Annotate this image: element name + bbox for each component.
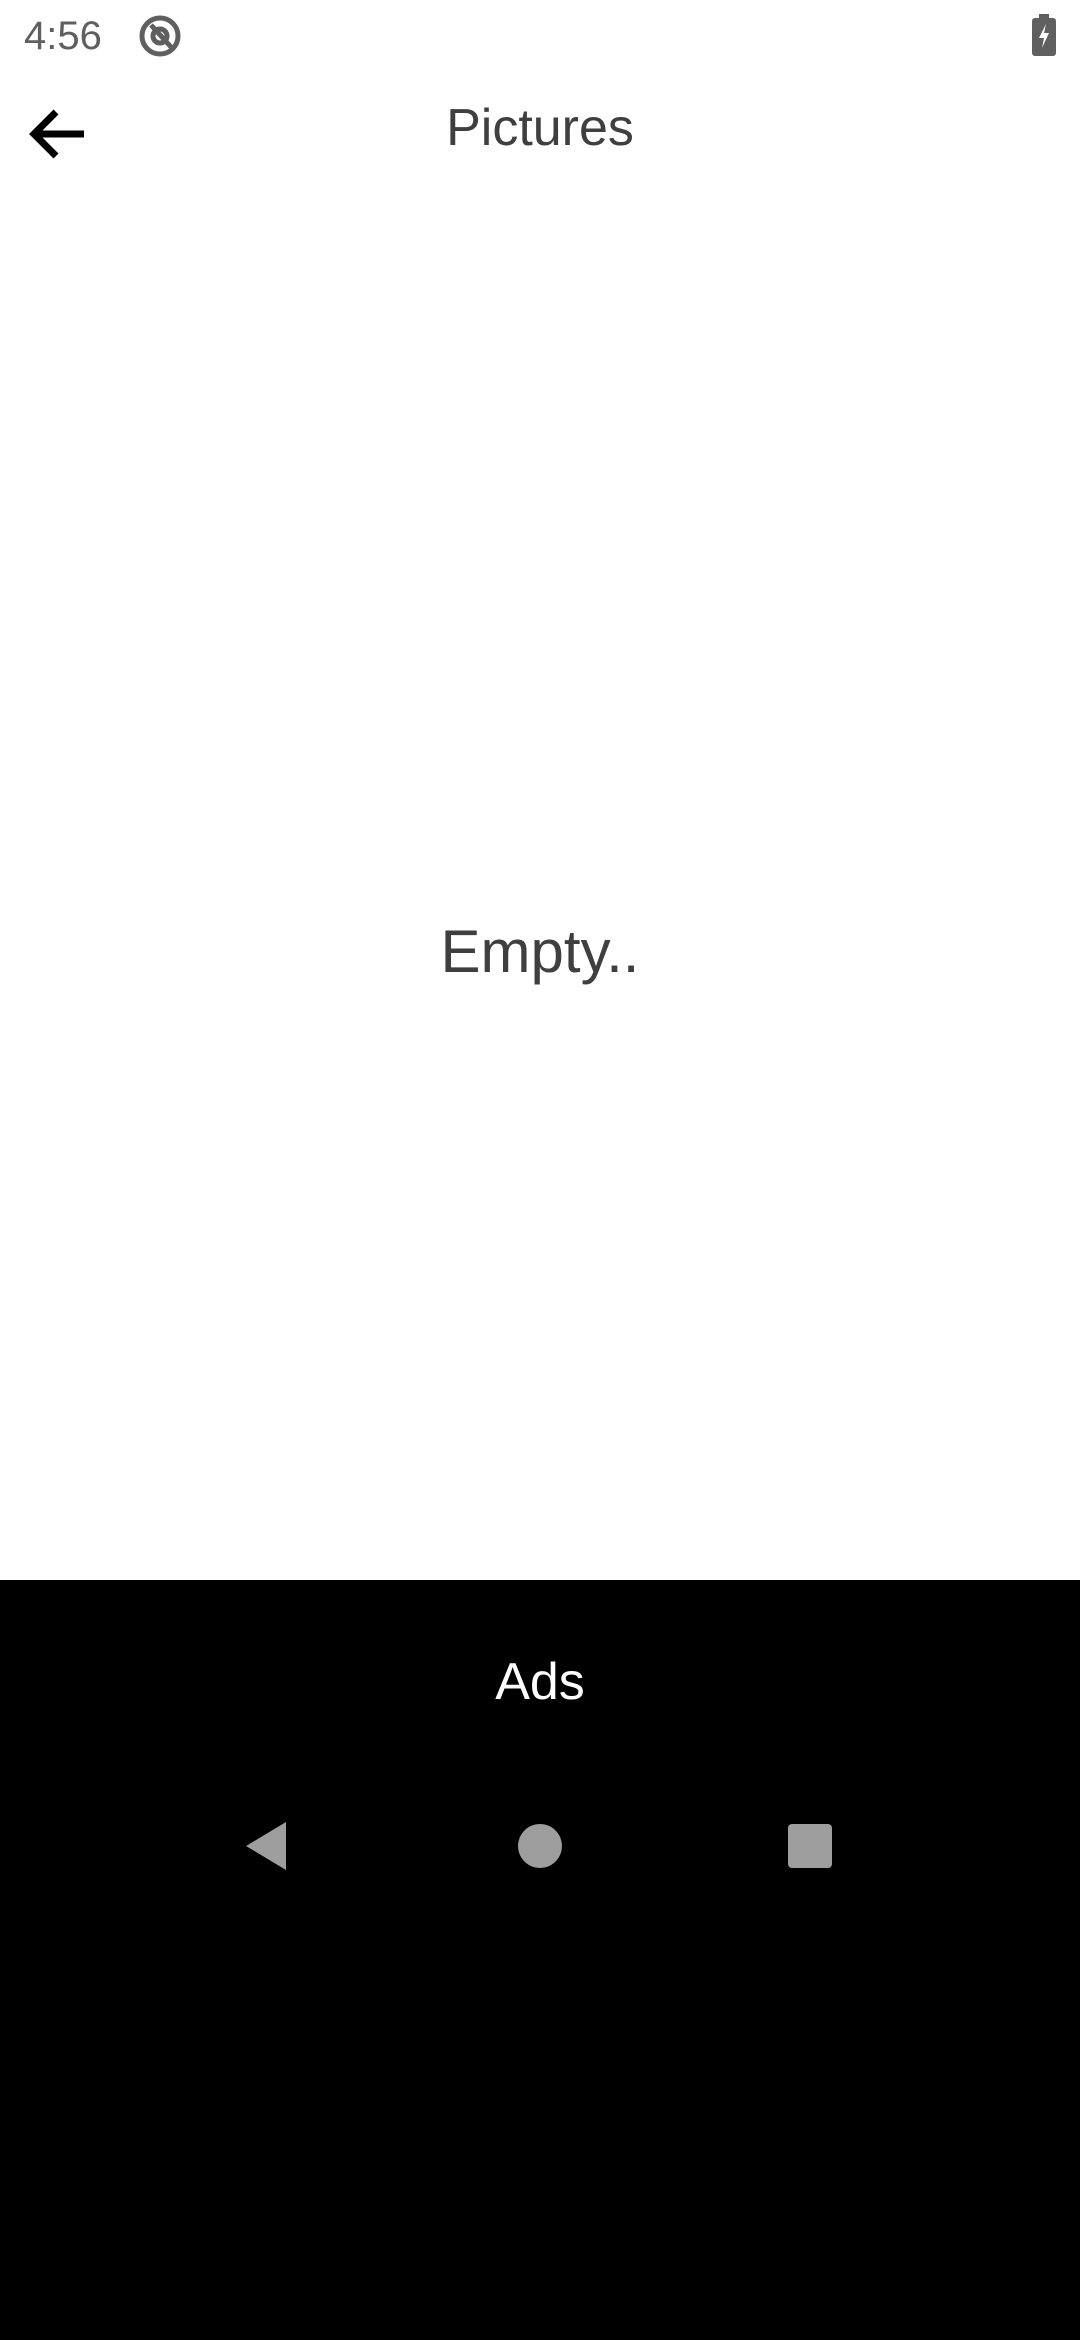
nav-recents-icon: [786, 1822, 834, 1875]
status-time: 4:56: [24, 14, 102, 58]
system-nav-bar: [0, 1780, 1080, 1916]
app-bar: Pictures: [0, 72, 1080, 196]
nav-recents-button[interactable]: [760, 1798, 860, 1898]
pictures-content: Empty..: [0, 196, 1080, 1580]
ads-banner[interactable]: Ads: [0, 1580, 1080, 2340]
nav-back-icon: [240, 1818, 296, 1879]
page-title: Pictures: [446, 99, 634, 157]
nav-home-button[interactable]: [490, 1798, 590, 1898]
battery-charging-icon: [1030, 14, 1058, 56]
nav-back-button[interactable]: [218, 1798, 318, 1898]
ads-label: Ads: [495, 1653, 585, 1711]
nav-home-icon: [516, 1822, 564, 1875]
status-bar: 4:56: [0, 0, 1080, 72]
at-sign-icon: [138, 14, 182, 58]
empty-message: Empty..: [440, 918, 640, 985]
